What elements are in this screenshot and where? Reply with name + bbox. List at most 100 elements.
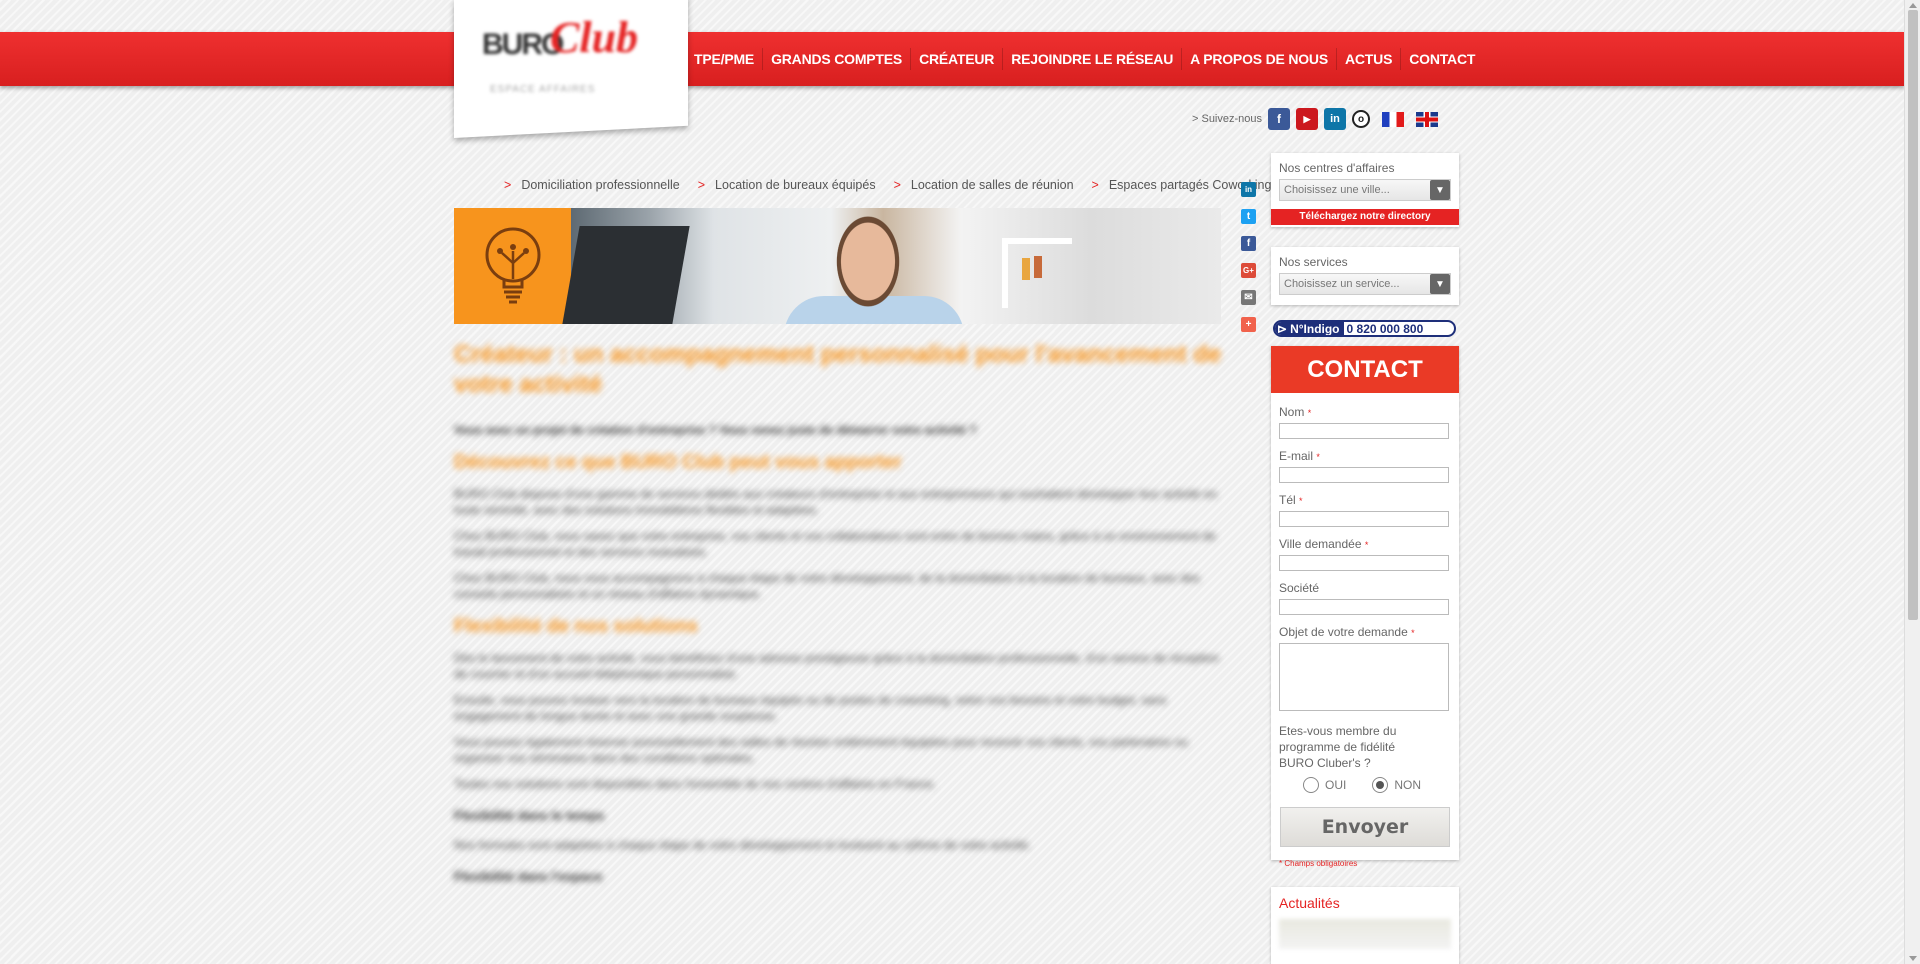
english-flag-icon[interactable] — [1416, 111, 1439, 127]
subnav-label: Location de bureaux équipés — [715, 178, 876, 192]
nav-item-contact[interactable]: CONTACT — [1401, 48, 1483, 70]
banner-person — [826, 212, 910, 322]
sub-nav: > Domiciliation professionnelle > Location… — [504, 178, 1271, 192]
viadeo-icon[interactable]: o — [1352, 110, 1371, 128]
tel-field[interactable] — [1279, 511, 1449, 527]
subheading: Flexibilité dans le temps — [454, 808, 605, 823]
email-field[interactable] — [1279, 467, 1449, 483]
nav-item-a-propos[interactable]: A PROPOS DE NOUS — [1182, 48, 1337, 70]
subnav-item-bureaux[interactable]: > Location de bureaux équipés — [698, 178, 876, 192]
nav-item-grands-comptes[interactable]: GRANDS COMPTES — [763, 48, 912, 70]
section-heading: Flexibilité de nos solutions — [454, 616, 698, 637]
news-title[interactable]: Actualités — [1271, 887, 1459, 919]
contact-form-panel: CONTACT Nom * E-mail * Tél * Ville deman… — [1271, 346, 1459, 868]
send-button[interactable]: Envoyer — [1280, 807, 1450, 847]
paragraph: Chez BURO Club, nous vous accompagnons à… — [454, 571, 1200, 601]
banner-book — [1034, 256, 1042, 278]
nav-item-actus[interactable]: ACTUS — [1337, 48, 1402, 70]
lightbulb-icon — [454, 208, 571, 324]
scroll-thumb[interactable] — [1908, 10, 1918, 620]
nav-item-tpe-pme[interactable]: TPE/PME — [686, 48, 764, 70]
societe-field[interactable] — [1279, 599, 1449, 615]
paragraph: Nos formules sont adaptées à chaque étap… — [454, 838, 1032, 852]
subnav-item-domiciliation[interactable]: > Domiciliation professionnelle — [504, 178, 680, 192]
page-scrollbar[interactable] — [1904, 0, 1920, 964]
banner-book — [1022, 258, 1030, 280]
centres-box: Nos centres d'affaires Choisissez une vi… — [1271, 153, 1459, 227]
follow-label: > Suivez-nous — [1192, 113, 1263, 125]
download-directory-button[interactable]: Téléchargez notre directory — [1271, 209, 1459, 225]
city-select-value: Choisissez une ville... — [1284, 184, 1390, 196]
paragraph: Chez BURO Club, vous savez que votre ent… — [454, 529, 1216, 559]
label-text: Tél — [1279, 493, 1296, 507]
logo[interactable]: BURO Club ESPACE AFFAIRES — [480, 12, 660, 102]
scroll-up-icon[interactable] — [1909, 3, 1917, 8]
indigo-number: 0 820 000 800 — [1346, 321, 1424, 336]
paragraph: Vous pouvez également réserver ponctuell… — [454, 735, 1188, 765]
objet-textarea[interactable] — [1279, 643, 1449, 711]
paragraph: Toutes nos solutions sont disponibles da… — [454, 777, 936, 791]
indigo-phone[interactable]: ⊳ N°Indigo 0 820 000 800 — [1273, 320, 1456, 337]
radio-non[interactable]: NON — [1372, 777, 1421, 793]
service-select[interactable]: Choisissez un service... ▼ — [1279, 273, 1451, 295]
services-title: Nos services — [1279, 255, 1348, 269]
subheading: Flexibilité dans l'espace — [454, 869, 603, 884]
nom-field[interactable] — [1279, 423, 1449, 439]
label-text: Ville demandée — [1279, 537, 1362, 551]
logo-club: Club — [550, 13, 639, 62]
radio-label: OUI — [1325, 778, 1347, 792]
subnav-label: Location de salles de réunion — [910, 178, 1074, 192]
radio-circle — [1303, 777, 1319, 793]
googleplus-share-icon[interactable]: G+ — [1241, 263, 1256, 278]
radio-oui[interactable]: OUI — [1303, 777, 1346, 793]
hero-banner — [454, 208, 1221, 324]
facebook-icon[interactable]: f — [1268, 108, 1291, 130]
chevron-right-icon: > — [697, 178, 706, 192]
youtube-icon[interactable]: ▶ — [1296, 108, 1319, 130]
centres-title: Nos centres d'affaires — [1279, 161, 1395, 175]
scroll-down-icon[interactable] — [1909, 956, 1917, 961]
ville-field[interactable] — [1279, 555, 1449, 571]
chevron-down-icon: ▼ — [1430, 274, 1450, 294]
paragraph: BURO Club dispose d'une gamme de service… — [454, 487, 1218, 517]
email-share-icon[interactable]: ✉ — [1241, 290, 1256, 305]
nav-item-rejoindre[interactable]: REJOINDRE LE RÉSEAU — [1003, 48, 1183, 70]
field-label-ville: Ville demandée * — [1279, 537, 1451, 551]
field-label-tel: Tél * — [1279, 493, 1451, 507]
chevron-down-icon: ▼ — [1430, 180, 1450, 200]
news-preview — [1279, 919, 1451, 949]
play-icon: ⊳ — [1277, 321, 1288, 336]
field-label-societe: Société — [1279, 581, 1451, 595]
label-text: Nom — [1279, 405, 1305, 419]
required-star: * — [1316, 452, 1320, 462]
required-star: * — [1299, 496, 1303, 506]
twitter-share-icon[interactable]: t — [1241, 209, 1256, 224]
field-label-nom: Nom * — [1279, 405, 1451, 419]
page-title: Créateur : un accompagnement personnalis… — [454, 341, 1222, 398]
news-box: Actualités — [1271, 887, 1459, 964]
logo-tagline: ESPACE AFFAIRES — [490, 84, 596, 95]
city-select[interactable]: Choisissez une ville... ▼ — [1279, 179, 1451, 201]
subnav-label: Domiciliation professionnelle — [521, 178, 680, 192]
field-label-objet: Objet de votre demande * — [1279, 625, 1451, 639]
member-question: Etes-vous membre du programme de fidélit… — [1279, 724, 1397, 770]
required-star: * — [1364, 540, 1369, 550]
indigo-label: ⊳ N°Indigo — [1275, 322, 1344, 335]
label-text: Société — [1279, 581, 1320, 595]
label-text: Objet de votre demande — [1279, 625, 1408, 639]
subnav-item-salles[interactable]: > Location de salles de réunion — [894, 178, 1074, 192]
more-share-icon[interactable]: + — [1241, 317, 1256, 332]
linkedin-icon[interactable]: in — [1324, 108, 1347, 130]
banner-monitor — [562, 226, 690, 324]
contact-title: CONTACT — [1271, 346, 1459, 393]
linkedin-share-icon[interactable]: in — [1241, 182, 1256, 197]
radio-circle-checked — [1372, 777, 1389, 793]
contact-form: Nom * E-mail * Tél * Ville demandée * So… — [1271, 393, 1459, 868]
french-flag-icon[interactable] — [1382, 111, 1405, 127]
main-nav: TPE/PME GRANDS COMPTES CRÉATEUR REJOINDR… — [686, 32, 1483, 86]
facebook-share-icon[interactable]: f — [1241, 236, 1256, 251]
nav-item-createur[interactable]: CRÉATEUR — [911, 48, 1004, 70]
paragraph: Ensuite, vous pouvez évoluer vers la loc… — [454, 693, 1167, 723]
section-heading: Découvrez ce que BURO Club peut vous app… — [454, 452, 902, 473]
share-bar: in t f G+ ✉ + — [1241, 182, 1256, 332]
